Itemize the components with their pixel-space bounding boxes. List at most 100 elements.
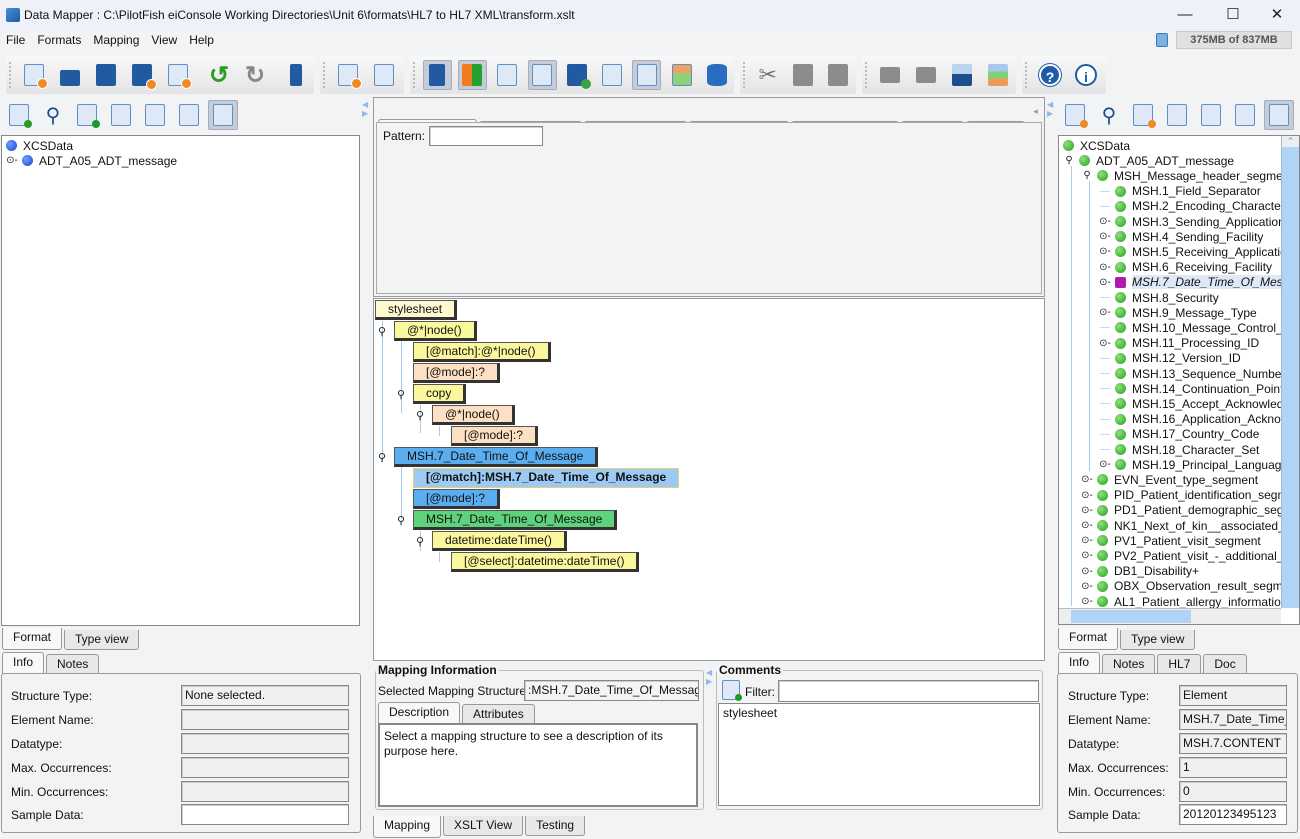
expand-icon[interactable]: ⊙- xyxy=(1099,459,1111,470)
xslt-source-button[interactable] xyxy=(527,60,557,90)
comment-notes-icon[interactable] xyxy=(722,680,742,701)
pattern-input[interactable] xyxy=(429,126,543,146)
help-button[interactable]: ? xyxy=(1035,60,1065,90)
maximize-button[interactable]: ☐ xyxy=(1218,4,1248,26)
menu-formats[interactable]: Formats xyxy=(37,33,81,47)
mapping-node-selected[interactable]: [@match]:MSH.7_Date_Time_Of_Message xyxy=(413,468,680,488)
collapse-arrows-icon[interactable]: ◀ ▶ xyxy=(706,668,712,686)
target-list-button[interactable] xyxy=(1162,100,1192,130)
tab-mapping[interactable]: Mapping xyxy=(373,816,442,838)
mapping-node[interactable]: MSH.7_Date_Time_Of_Message xyxy=(413,510,618,530)
layers-button[interactable] xyxy=(983,60,1013,90)
comment-item[interactable]: stylesheet xyxy=(723,706,1035,720)
expand-icon[interactable]: ⊙- xyxy=(1099,307,1111,318)
tree-node[interactable]: — MSH.2_Encoding_Character xyxy=(1099,199,1285,214)
mapping-node[interactable]: [@match]:@*|node() xyxy=(413,342,551,362)
expand-icon[interactable]: ⊙- xyxy=(1081,566,1093,577)
tab-description[interactable]: Description xyxy=(378,702,461,724)
target-find-button[interactable]: ⚲ xyxy=(1094,100,1124,130)
tree-node[interactable]: — MSH.17_Country_Code xyxy=(1099,427,1259,442)
open-button[interactable] xyxy=(55,60,85,90)
tab-notes[interactable]: Notes xyxy=(46,654,100,674)
collapse-icon[interactable]: ⚲ xyxy=(397,388,405,401)
copy-button[interactable] xyxy=(788,60,817,90)
tree-node[interactable]: ⊙- OBX_Observation_result_segme xyxy=(1081,579,1289,594)
tree-node[interactable]: — MSH.18_Character_Set xyxy=(1099,442,1259,457)
collapse-icon[interactable]: ⚲ xyxy=(397,514,405,527)
new-mapping-button[interactable] xyxy=(333,60,363,90)
tab-info[interactable]: Info xyxy=(2,652,45,674)
tab-testing[interactable]: Testing xyxy=(525,816,586,836)
mapping-node[interactable]: MSH.7_Date_Time_Of_Message xyxy=(394,447,599,467)
horizontal-scrollbar[interactable] xyxy=(1059,608,1281,624)
cut-button[interactable]: ✂ xyxy=(753,60,782,90)
mapping-node[interactable]: datetime:dateTime() xyxy=(432,531,567,551)
mapping-node[interactable]: copy xyxy=(413,384,467,404)
tree-node[interactable]: ⊙- MSH.7_Date_Time_Of_Mess xyxy=(1099,275,1289,290)
tab-format[interactable]: Format xyxy=(2,628,63,650)
tab-hl7[interactable]: HL7 xyxy=(1157,654,1202,674)
vertical-scrollbar[interactable]: ⌃ xyxy=(1281,136,1299,608)
exit-button[interactable] xyxy=(281,60,311,90)
tab-xslt-view[interactable]: XSLT View xyxy=(443,816,524,836)
tree-node[interactable]: XCSData xyxy=(1063,138,1130,153)
tab-attributes[interactable]: Attributes xyxy=(462,704,535,724)
expand-icon[interactable]: ⊙- xyxy=(1081,581,1093,592)
target-preview-button[interactable] xyxy=(1196,100,1226,130)
collapse-icon[interactable]: ⚲ xyxy=(416,535,424,548)
tree-node[interactable]: ⊙- PD1_Patient_demographic_segr xyxy=(1081,503,1287,518)
save-button[interactable] xyxy=(91,60,121,90)
expand-icon[interactable]: ⊙- xyxy=(1081,535,1093,546)
expand-icon[interactable]: ⊙- xyxy=(6,155,18,166)
mapping-node[interactable]: [@mode]:? xyxy=(451,426,538,446)
checklist-button[interactable] xyxy=(493,60,522,90)
source-select-button[interactable] xyxy=(208,100,238,130)
tree-node[interactable]: ⊙- PID_Patient_identification_segm xyxy=(1081,488,1287,503)
tree-node[interactable]: ⊙- MSH.19_Principal_Language xyxy=(1099,457,1288,472)
mapping-node[interactable]: @*|node() xyxy=(432,405,515,425)
target-notes-button[interactable] xyxy=(1128,100,1158,130)
collapse-icon[interactable]: ⚲ xyxy=(416,409,424,422)
source-find-button[interactable]: ⚲ xyxy=(38,100,68,130)
sample-data-field[interactable]: 20120123495123 xyxy=(1179,804,1287,825)
expand-icon[interactable]: ⊙- xyxy=(1099,262,1111,273)
tree-node[interactable]: — MSH.14_Continuation_Point xyxy=(1099,381,1283,396)
menu-file[interactable]: File xyxy=(6,33,25,47)
target-edit-button[interactable] xyxy=(1230,100,1260,130)
expand-icon[interactable]: ⊙- xyxy=(1099,231,1111,242)
tab-doc[interactable]: Doc xyxy=(1203,654,1247,674)
undo-button[interactable]: ↺ xyxy=(204,60,234,90)
expand-icon[interactable]: ⊙- xyxy=(1081,474,1093,485)
source-preview-button[interactable] xyxy=(140,100,170,130)
menu-mapping[interactable]: Mapping xyxy=(93,33,139,47)
source-notes-button[interactable] xyxy=(72,100,102,130)
scroll-up-icon[interactable]: ⌃ xyxy=(1282,136,1299,147)
collapse-icon[interactable]: ⚲ xyxy=(378,325,386,338)
tree-node[interactable]: — MSH.8_Security xyxy=(1099,290,1219,305)
tab-notes[interactable]: Notes xyxy=(1102,654,1156,674)
tree-node[interactable]: ⚲ MSH_Message_header_segmen xyxy=(1081,168,1289,183)
tree-node[interactable]: ⚲ ADT_A05_ADT_message xyxy=(1063,153,1234,168)
tree-node[interactable]: ⊙- MSH.6_Receiving_Facility xyxy=(1099,260,1272,275)
comments-filter-input[interactable] xyxy=(778,680,1039,702)
expand-icon[interactable]: ⊙- xyxy=(1081,520,1093,531)
expand-icon[interactable]: ⊙- xyxy=(1081,505,1093,516)
collapse-icon[interactable]: ⚲ xyxy=(1081,170,1093,181)
expand-icon[interactable]: ⊙- xyxy=(1081,490,1093,501)
tree-node[interactable]: ⊙- MSH.11_Processing_ID xyxy=(1099,336,1259,351)
tree-node[interactable]: ⊙- NK1_Next_of_kin__associated_p xyxy=(1081,518,1291,533)
template-button[interactable] xyxy=(598,60,627,90)
tree-node[interactable]: XCSData xyxy=(6,138,73,153)
collapse-arrows-icon[interactable]: ◀ ▶ xyxy=(1047,100,1053,118)
about-button[interactable]: i xyxy=(1071,60,1101,90)
source-import-button[interactable] xyxy=(4,100,34,130)
redo-button[interactable]: ↻ xyxy=(240,60,270,90)
tree-node[interactable]: ⊙- AL1_Patient_allergy_information xyxy=(1081,594,1287,609)
tab-type-view[interactable]: Type view xyxy=(1120,630,1196,650)
tab-format[interactable]: Format xyxy=(1058,628,1119,650)
source-edit-button[interactable] xyxy=(174,100,204,130)
tree-node[interactable]: — MSH.13_Sequence_Number xyxy=(1099,366,1285,381)
tree-node[interactable]: ⊙- PV2_Patient_visit_-_additional_i xyxy=(1081,548,1286,563)
tab-type-view[interactable]: Type view xyxy=(64,630,140,650)
garbage-collect-icon[interactable] xyxy=(1156,33,1168,47)
